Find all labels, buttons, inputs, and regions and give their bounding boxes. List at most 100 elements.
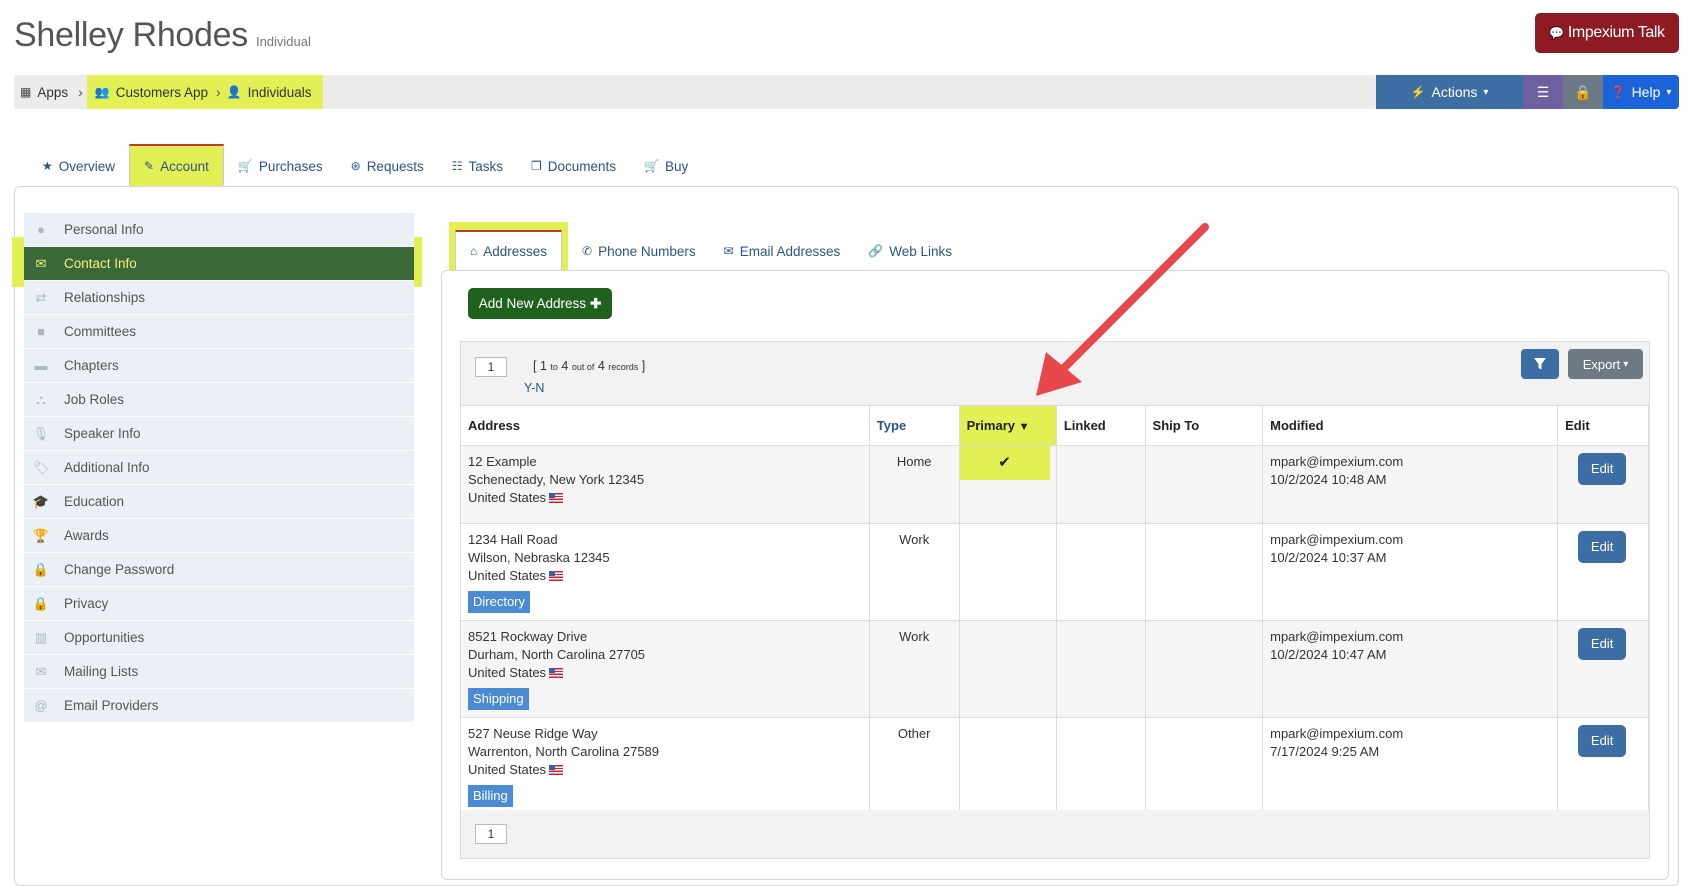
tab-addresses[interactable]: ⌂ Addresses [455,230,563,270]
tab-account-label: Account [160,158,209,174]
ship-to-cell [1145,717,1264,815]
sidebar-item-change-password[interactable]: 🔒 Change Password [24,553,414,587]
sidebar-item-education[interactable]: 🎓 Education [24,485,414,519]
tab-phone-numbers[interactable]: ✆ Phone Numbers [568,232,710,270]
column-header-type[interactable]: Type [869,406,960,446]
sidebar-item-job-roles[interactable]: ⛬ Job Roles [24,383,414,417]
address-line2: Wilson, Nebraska 12345 [468,549,610,565]
tab-addresses-label: Addresses [483,243,548,259]
user-icon: 👤 [226,85,242,99]
addresses-table: Address Type Primary ▼ Linked Ship To Mo… [461,406,1649,815]
type-cell: Work [869,523,960,621]
actions-label: Actions [1431,84,1478,100]
phone-icon: ✆ [582,244,593,258]
tab-web-links[interactable]: 🔗 Web Links [854,232,966,270]
us-flag-icon [549,764,564,775]
tab-email-addresses[interactable]: ✉ Email Addresses [710,232,855,270]
edit-button[interactable]: Edit [1578,530,1627,563]
sidebar-item-awards[interactable]: 🏆 Awards [24,519,414,553]
sidebar-item-label: Awards [64,528,109,543]
column-header-primary[interactable]: Primary ▼ [959,406,1057,446]
column-header-primary-label: Primary [966,417,1015,433]
table-header-row: Address Type Primary ▼ Linked Ship To Mo… [461,406,1649,446]
type-cell: Home [869,445,960,524]
footer-page-number-box[interactable]: 1 [475,824,507,844]
page-header: Shelley Rhodes Individual [14,16,311,60]
comment-icon: 💬 [1549,26,1564,40]
list-button[interactable]: ☰ [1523,75,1563,109]
records-word: records [608,362,639,372]
main-tabs: ★ Overview ✎ Account 🛒 Purchases ⊛ Reque… [28,144,702,186]
page-subtitle: Individual [255,34,311,49]
tab-buy[interactable]: 🛒 Buy [630,146,702,186]
tab-documents-label: Documents [547,158,617,174]
address-line1: 1234 Hall Road [468,531,558,547]
sidebar-item-speaker-info[interactable]: 🎙 Speaker Info [24,417,414,451]
sidebar-item-mailing-lists[interactable]: ✉ Mailing Lists [24,655,414,689]
modified-cell: mpark@impexium.com 10/2/2024 10:48 AM [1262,445,1559,524]
lifebuoy-icon: ⊛ [350,159,361,173]
records-to: 4 [561,359,569,373]
sidebar-item-additional-info[interactable]: 🏷 Additional Info [24,451,414,485]
edit-button[interactable]: Edit [1578,627,1627,660]
help-button[interactable]: ❓ Help ▾ [1603,75,1679,109]
page-number-box[interactable]: 1 [475,357,507,377]
filter-button[interactable] [1521,349,1559,379]
breadcrumb-customers-app[interactable]: 👥 Customers App [95,75,212,109]
address-country-label: United States [468,567,547,583]
address-country: United States [468,489,862,507]
sidebar-item-contact-info[interactable]: ✉ Contact Info [24,247,414,281]
envelope-icon: ✉ [35,255,47,271]
lock-icon: 🔒 [32,595,50,611]
us-flag-icon [549,492,564,503]
tab-purchases[interactable]: 🛒 Purchases [224,146,337,186]
modified-by: mpark@impexium.com [1270,725,1404,741]
sidebar-item-privacy[interactable]: 🔒 Privacy [24,587,414,621]
address-cell: 12 Example Schenectady, New York 12345 U… [461,445,870,524]
tab-documents[interactable]: ❐ Documents [517,146,630,186]
export-button[interactable]: Export ▾ [1568,349,1643,379]
impexium-talk-label: Impexium Talk [1567,24,1665,41]
sidebar-item-chapters[interactable]: ▬ Chapters [24,349,414,383]
ship-to-cell [1145,620,1264,718]
star-icon: ★ [42,159,53,173]
sidebar-item-label: Chapters [64,358,119,373]
sidebar-item-personal-info[interactable]: ● Personal Info [24,213,414,247]
breadcrumb-individuals[interactable]: 👤 Individuals [225,75,316,109]
tab-overview[interactable]: ★ Overview [28,146,129,186]
filter-value-link[interactable]: Y-N [524,381,544,395]
address-country-label: United States [468,489,547,505]
edit-cell: Edit [1557,620,1649,718]
edit-cell: Edit [1557,717,1649,815]
breadcrumb: ▦ Apps › 👥 Customers App › 👤 Individuals [14,75,324,109]
edit-cell: Edit [1557,445,1649,524]
tab-tasks[interactable]: ☷ Tasks [438,146,517,186]
primary-cell [959,523,1057,621]
address-country: United States [468,664,862,682]
export-label: Export [1582,356,1621,372]
impexium-talk-button[interactable]: 💬 Impexium Talk [1535,13,1679,53]
actions-button[interactable]: ⚡ Actions ▾ [1376,75,1523,109]
sidebar-item-opportunities[interactable]: ▥ Opportunities [24,621,414,655]
lock-button[interactable]: 🔒 [1563,75,1603,109]
breadcrumb-highlight: 👥 Customers App › 👤 Individuals [86,75,324,109]
sidebar-item-relationships[interactable]: ⇄ Relationships [24,281,414,315]
tab-account[interactable]: ✎ Account [129,144,224,186]
add-new-address-button[interactable]: Add New Address ✚ [468,288,612,319]
at-icon: @ [34,698,48,713]
records-close: ] [641,359,646,373]
sidebar-item-committees[interactable]: ■ Committees [24,315,414,349]
address-line2: Schenectady, New York 12345 [468,471,645,487]
breadcrumb-apps[interactable]: ▦ Apps [14,75,74,109]
linked-cell [1056,620,1146,718]
column-header-ship-to: Ship To [1145,406,1264,446]
address-country: United States [468,567,862,585]
edit-button[interactable]: Edit [1578,452,1627,485]
breadcrumb-individuals-label: Individuals [247,84,312,100]
tab-requests[interactable]: ⊛ Requests [337,146,438,186]
edit-button[interactable]: Edit [1578,724,1627,757]
tags-icon: 🏷 [32,459,50,475]
modified-cell: mpark@impexium.com 10/2/2024 10:37 AM [1262,523,1559,621]
sidebar-item-email-providers[interactable]: @ Email Providers [24,689,414,723]
table-row: 527 Neuse Ridge Way Warrenton, North Car… [461,717,1649,815]
